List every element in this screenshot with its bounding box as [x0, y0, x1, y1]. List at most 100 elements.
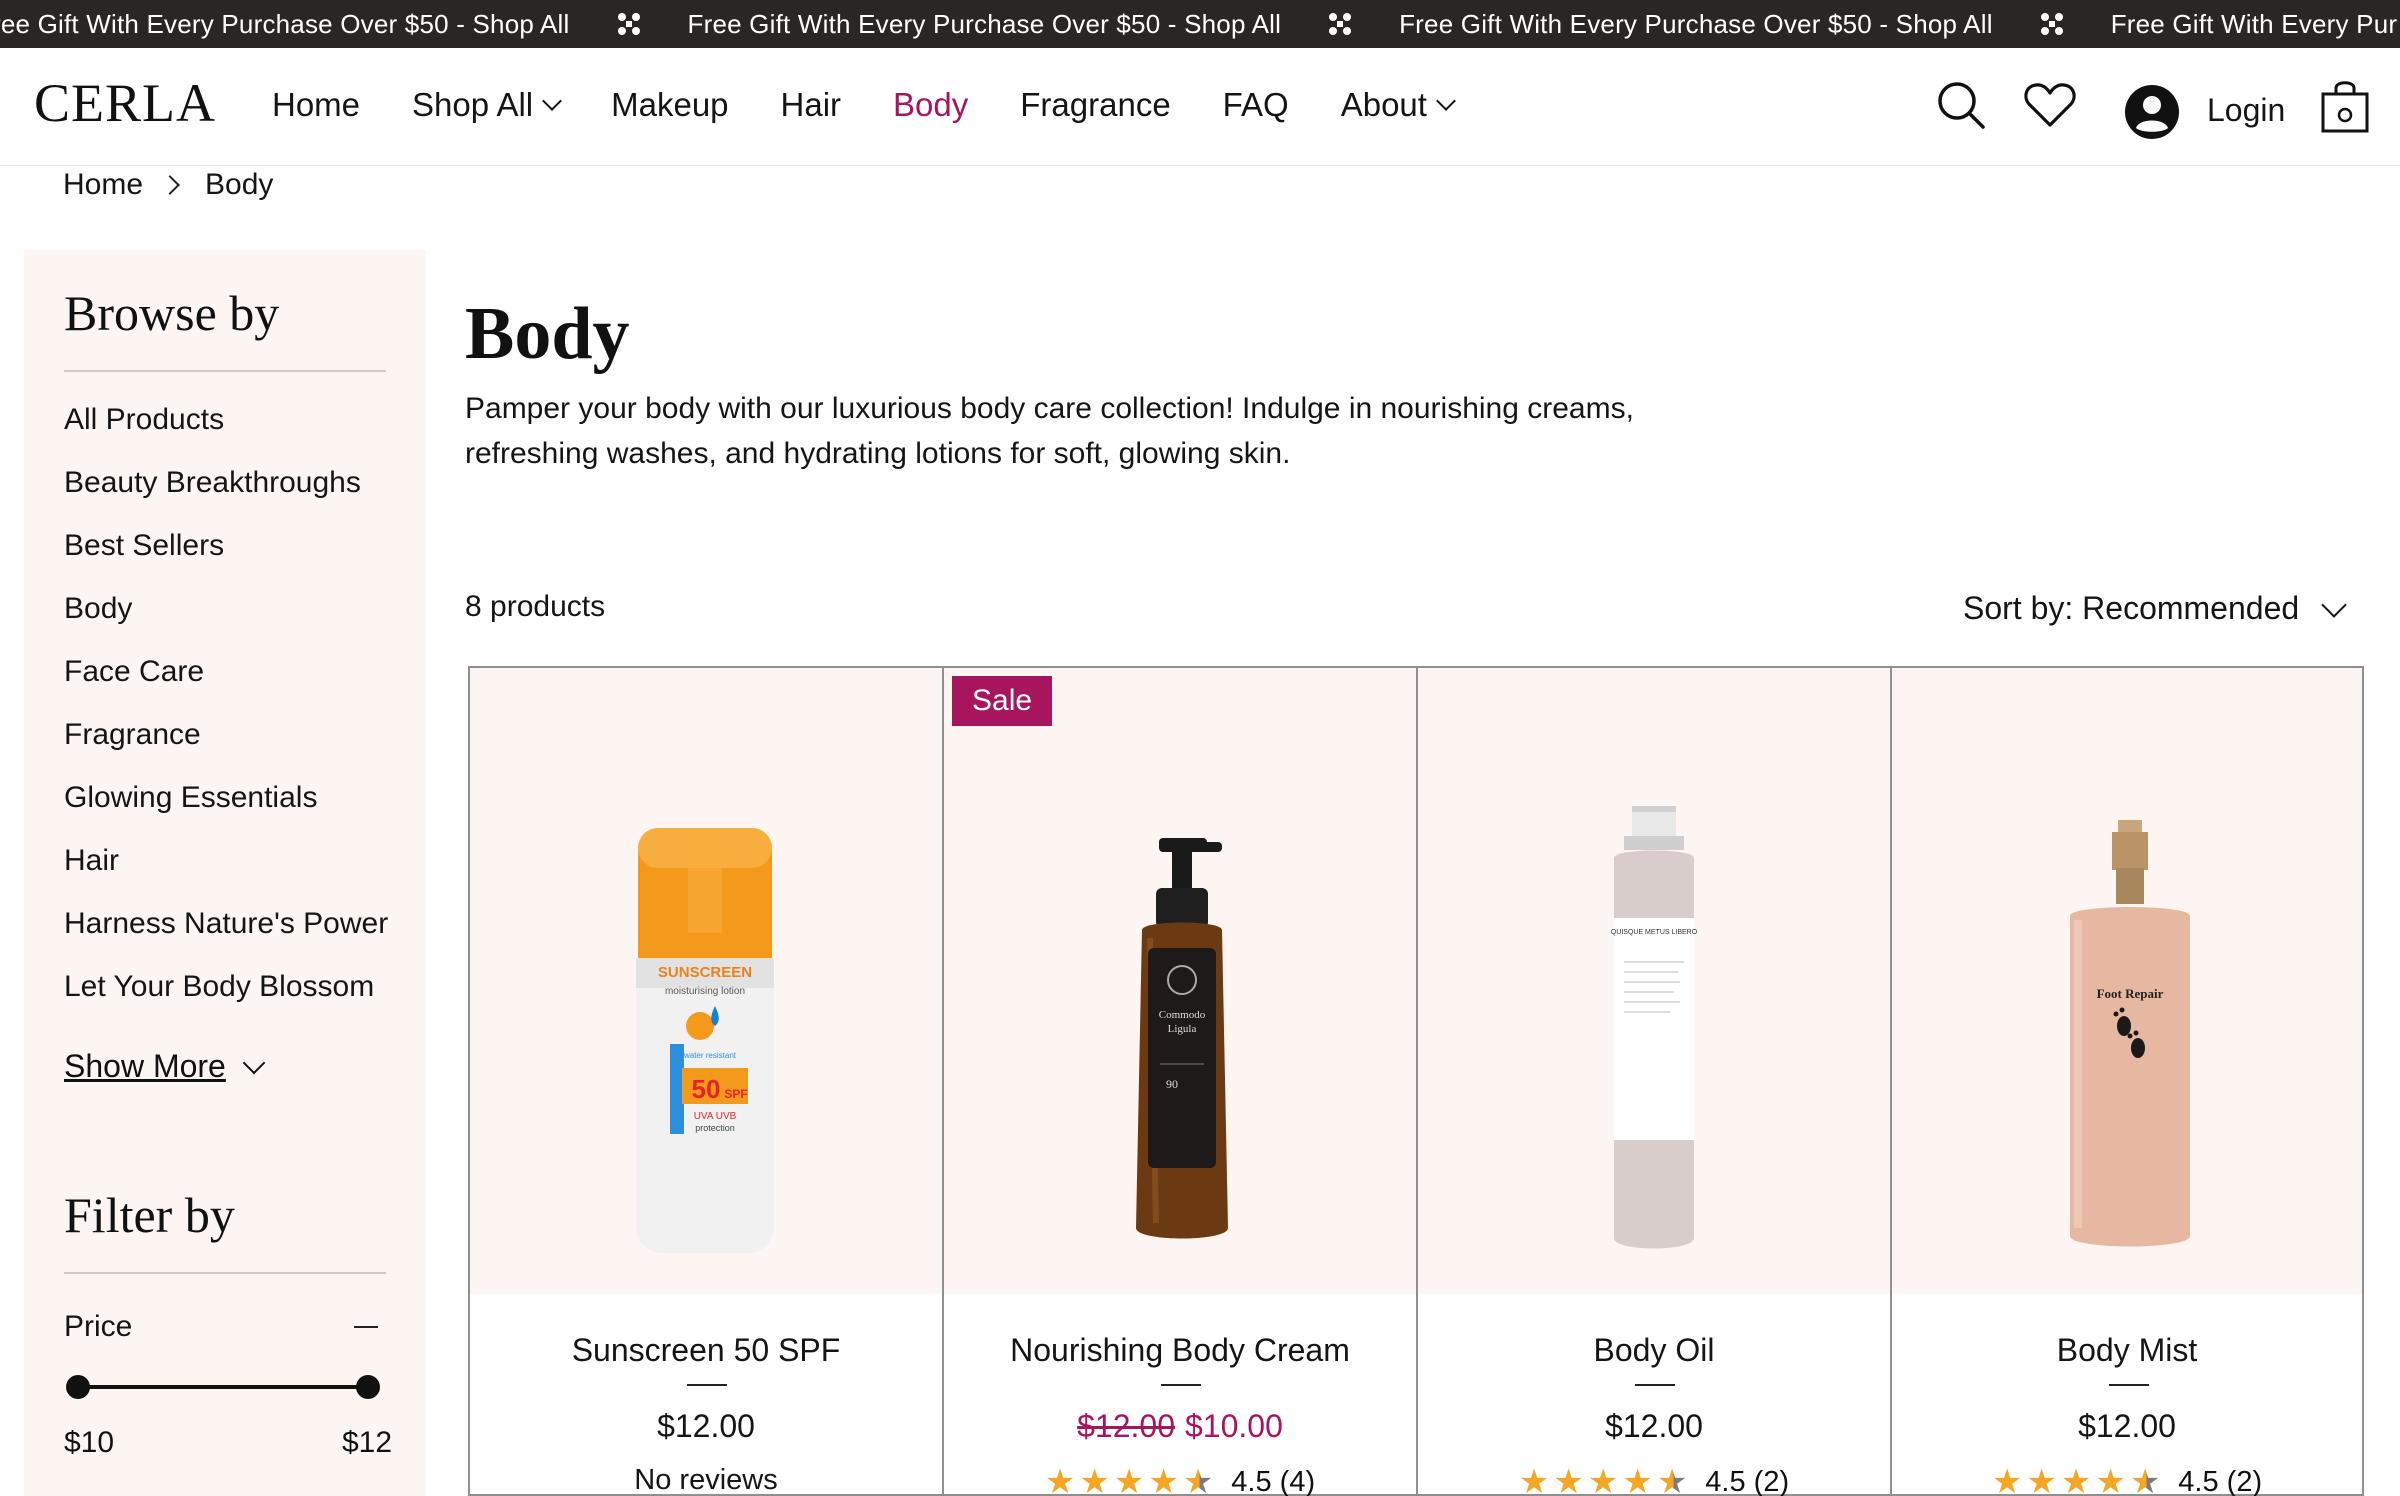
price-filter-label[interactable]: Price	[64, 1310, 132, 1344]
sunscreen-bottle-image: SUNSCREEN moisturising lotion 50 SPF wat…	[636, 828, 774, 1253]
nav-hair[interactable]: Hair	[781, 86, 842, 124]
nav-body[interactable]: Body	[893, 86, 968, 124]
product-image[interactable]: Commodo Ligula 90 Sale	[944, 668, 1416, 1294]
rating-text: 4.5 (2)	[1705, 1465, 1790, 1496]
filter-by-heading: Filter by	[64, 1187, 235, 1243]
label-text: QUISQUE METUS LIBERO	[1611, 929, 1698, 936]
divider	[2109, 1384, 2149, 1386]
nav-label: Hair	[780, 86, 842, 123]
category-item[interactable]: Face Care	[64, 654, 388, 717]
label-text: 90	[1166, 1077, 1178, 1091]
product-card[interactable]: SUNSCREEN moisturising lotion 50 SPF wat…	[468, 666, 942, 1496]
product-price: $12.00	[1605, 1408, 1703, 1444]
star-rating[interactable]: ★ ★ ★ ★ ★ 4.5 (2)	[1418, 1462, 1890, 1496]
product-image[interactable]: SUNSCREEN moisturising lotion 50 SPF wat…	[470, 668, 942, 1294]
nav-fragrance[interactable]: Fragrance	[1020, 86, 1170, 124]
star-icon: ★	[1622, 1463, 1653, 1496]
nav-about[interactable]: About	[1340, 86, 1456, 124]
product-image[interactable]: QUISQUE METUS LIBERO	[1418, 668, 1890, 1294]
nav-home[interactable]: Home	[272, 86, 360, 124]
login-link[interactable]: Login	[2207, 92, 2285, 129]
star-icon: ★	[1113, 1463, 1145, 1496]
browse-by-heading: Browse by	[64, 285, 280, 341]
star-rating[interactable]: ★ ★ ★ ★ ★ 4.5 (4)	[944, 1462, 1416, 1496]
product-name[interactable]: Nourishing Body Cream	[944, 1332, 1416, 1369]
shopping-bag-icon[interactable]	[2320, 78, 2370, 134]
price-slider-min-handle[interactable]	[66, 1375, 90, 1399]
breadcrumb-home[interactable]: Home	[63, 168, 143, 202]
label-text: Commodo	[1159, 1009, 1206, 1021]
chevron-down-icon	[242, 1051, 266, 1074]
product-count: 8 products	[465, 590, 606, 623]
price-max-value: $12	[342, 1426, 393, 1459]
half-star-icon: ★	[1183, 1462, 1213, 1496]
collapse-icon[interactable]	[354, 1326, 378, 1328]
product-card[interactable]: Foot Repair Body Mist $12.00 ★ ★ ★ ★ ★ 4…	[1890, 666, 2364, 1496]
chevron-down-icon	[542, 91, 563, 111]
category-item[interactable]: All Products	[64, 402, 388, 465]
divider	[687, 1384, 727, 1386]
star-icon: ★	[2095, 1463, 2126, 1496]
show-more-button[interactable]: Show More	[64, 1048, 266, 1085]
star-icon: ★	[1044, 1463, 1076, 1496]
category-item[interactable]: Hair	[64, 843, 388, 906]
divider	[64, 370, 386, 372]
star-rating[interactable]: ★ ★ ★ ★ ★ 4.5 (2)	[1892, 1462, 2362, 1496]
price-slider-max-handle[interactable]	[356, 1375, 380, 1399]
product-grid: SUNSCREEN moisturising lotion 50 SPF wat…	[468, 666, 2364, 1496]
rating-text: 4.5 (2)	[2178, 1465, 2263, 1496]
label-text: moisturising lotion	[665, 986, 745, 997]
heart-icon[interactable]	[2024, 82, 2076, 128]
site-logo[interactable]: CERLA	[34, 72, 216, 134]
nav-label: About	[1340, 86, 1427, 123]
search-icon[interactable]	[1936, 80, 1986, 130]
product-image[interactable]: Foot Repair	[1892, 668, 2362, 1294]
announcement-text[interactable]: ree Gift With Every Purchase Over $50 - …	[0, 9, 570, 40]
star-icon: ★	[2060, 1463, 2092, 1496]
category-item[interactable]: Harness Nature's Power	[64, 906, 388, 969]
user-avatar-icon[interactable]	[2124, 84, 2180, 140]
product-card[interactable]: Commodo Ligula 90 Sale Nourishing Body C…	[942, 666, 1416, 1496]
announcement-text[interactable]: Free Gift With Every Purchase Over $50 -…	[688, 9, 1282, 40]
label-text: SUNSCREEN	[658, 964, 752, 981]
nav-makeup[interactable]: Makeup	[611, 86, 728, 124]
announcement-text[interactable]: Free Gift With Every Pur	[2111, 9, 2398, 40]
product-card[interactable]: QUISQUE METUS LIBERO Body Oil $12.00 ★ ★…	[1416, 666, 1890, 1496]
category-item[interactable]: Let Your Body Blossom	[64, 969, 388, 1032]
category-item[interactable]: Body	[64, 591, 388, 654]
label-text: SPF	[724, 1087, 747, 1101]
product-name[interactable]: Sunscreen 50 SPF	[470, 1332, 942, 1369]
chevron-down-icon	[1436, 91, 1456, 111]
nav-label: Makeup	[611, 86, 729, 123]
rating-text: 4.5 (4)	[1231, 1465, 1316, 1496]
category-item[interactable]: Beauty Breakthroughs	[64, 465, 388, 528]
mist-bottle-image: Foot Repair	[2070, 820, 2190, 1247]
category-item[interactable]: Fragrance	[64, 717, 388, 780]
product-name[interactable]: Body Mist	[1892, 1332, 2362, 1369]
oil-bottle-image: QUISQUE METUS LIBERO	[1611, 806, 1698, 1249]
product-name[interactable]: Body Oil	[1418, 1332, 1890, 1369]
product-price: $12.00	[657, 1408, 755, 1444]
star-icon: ★	[1518, 1463, 1550, 1496]
main-nav: Home Shop All Makeup Hair Body Fragrance…	[272, 86, 1505, 124]
flower-icon	[1329, 13, 1352, 35]
sale-price: $10.00	[1185, 1408, 1283, 1444]
label-text: water resistant	[683, 1051, 737, 1060]
divider	[1161, 1384, 1201, 1386]
nav-label: Home	[272, 86, 361, 123]
category-list: All Products Beauty Breakthroughs Best S…	[64, 402, 388, 1032]
category-item[interactable]: Glowing Essentials	[64, 780, 388, 843]
nav-faq[interactable]: FAQ	[1223, 86, 1289, 124]
category-item[interactable]: Best Sellers	[64, 528, 388, 591]
flower-icon	[2040, 13, 2063, 35]
nav-label: Fragrance	[1020, 86, 1171, 123]
announcement-bar[interactable]: ree Gift With Every Purchase Over $50 - …	[0, 0, 2400, 48]
divider	[1635, 1384, 1675, 1386]
nav-shop-all[interactable]: Shop All	[412, 86, 563, 124]
chevron-down-icon	[2321, 591, 2347, 618]
sort-dropdown[interactable]: Sort by: Recommended	[1963, 590, 2347, 627]
price-slider-track[interactable]	[78, 1385, 368, 1389]
announcement-text[interactable]: Free Gift With Every Purchase Over $50 -…	[1399, 9, 1993, 40]
page-title: Body	[465, 293, 630, 375]
sidebar: Browse by All Products Beauty Breakthrou…	[24, 250, 426, 1496]
